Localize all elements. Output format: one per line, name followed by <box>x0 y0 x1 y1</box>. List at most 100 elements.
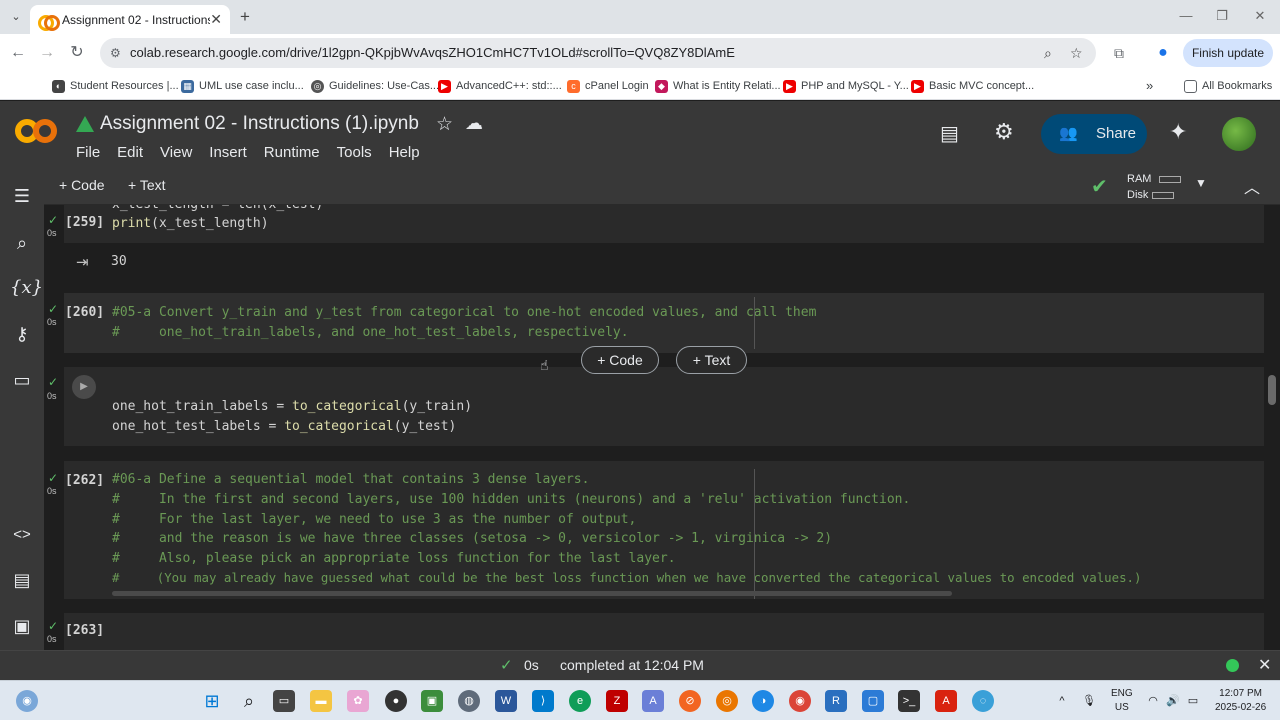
mouse-cursor: ☝ <box>540 357 549 373</box>
bookmark-item[interactable]: c cPanel Login <box>567 77 649 95</box>
minimize-icon[interactable]: — <box>1176 6 1196 26</box>
menu-insert[interactable]: Insert <box>209 144 247 161</box>
vertical-scrollbar[interactable] <box>1268 375 1276 405</box>
volume-icon[interactable]: 🔊 <box>1162 690 1184 712</box>
code-cell[interactable]: x_test_length = len(x_test) [259] print(… <box>64 205 1264 243</box>
resource-monitor[interactable]: RAM Disk <box>1127 171 1182 203</box>
filezilla-icon[interactable]: Z <box>606 690 628 712</box>
close-window-icon[interactable]: ✕ <box>1250 6 1270 26</box>
gemini-sparkle-icon[interactable]: ✦ <box>1169 119 1187 145</box>
find-replace-icon[interactable]: ⌕ <box>10 231 34 255</box>
bookmark-star-icon[interactable]: ☆ <box>1070 38 1083 68</box>
battery-icon[interactable]: ▭ <box>1182 690 1204 712</box>
command-palette-icon[interactable]: ▤ <box>10 568 34 592</box>
add-text-button[interactable]: + Text <box>128 177 166 193</box>
bookmark-item[interactable]: ▶ Basic MVC concept... <box>911 77 1034 95</box>
menu-tools[interactable]: Tools <box>337 144 372 161</box>
secrets-key-icon[interactable]: ⚷ <box>10 322 34 346</box>
system-clock[interactable]: 12:07 PM 2025-02-26 <box>1215 687 1266 715</box>
variables-icon[interactable]: {x} <box>10 276 43 300</box>
address-bar[interactable]: ⚙ colab.research.google.com/drive/1l2gpn… <box>100 38 1096 68</box>
profile-icon[interactable]: ● <box>1152 42 1174 64</box>
zoom-icon[interactable]: ⌕ <box>1044 38 1052 68</box>
avatar[interactable] <box>1222 117 1256 151</box>
notebook-cells[interactable]: x_test_length = len(x_test) [259] print(… <box>44 205 1280 650</box>
code-cell[interactable]: ▶ one_hot_train_labels = to_categorical(… <box>64 367 1264 446</box>
word-icon[interactable]: W <box>495 690 517 712</box>
bookmark-item[interactable]: ▶ PHP and MySQL - Y... <box>783 77 909 95</box>
terminal-app-icon[interactable]: >_ <box>898 690 920 712</box>
bookmarks-overflow-icon[interactable]: » <box>1146 77 1153 95</box>
reload-icon[interactable]: ↻ <box>66 42 88 64</box>
back-icon[interactable]: ← <box>7 42 29 64</box>
collapse-header-icon[interactable]: ︿ <box>1244 174 1260 198</box>
close-tab-icon[interactable]: ✕ <box>210 11 222 28</box>
app-icon[interactable]: A <box>642 690 664 712</box>
colab-logo-icon[interactable] <box>15 116 59 146</box>
microphone-icon[interactable]: 🎙 <box>1078 690 1100 712</box>
run-cell-button[interactable]: ▶ <box>72 375 96 399</box>
site-info-icon[interactable]: ⚙ <box>110 38 121 68</box>
settings-gear-icon[interactable]: ⚙ <box>994 119 1014 145</box>
tray-overflow-icon[interactable]: ^ <box>1051 690 1073 712</box>
file-explorer-icon[interactable]: ▬ <box>310 690 332 712</box>
files-folder-icon[interactable]: ▭ <box>10 368 34 392</box>
menu-runtime[interactable]: Runtime <box>264 144 320 161</box>
app-icon[interactable]: ▣ <box>421 690 443 712</box>
vscode-icon[interactable]: ⟩ <box>532 690 554 712</box>
restore-icon[interactable]: ❐ <box>1212 6 1232 26</box>
forward-icon[interactable]: → <box>36 42 58 64</box>
close-status-icon[interactable]: ✕ <box>1258 655 1271 675</box>
bookmark-item[interactable]: ▦ UML use case inclu... <box>181 77 304 95</box>
cloud-saved-icon[interactable]: ☁ <box>465 113 483 134</box>
edge-icon[interactable]: e <box>569 690 591 712</box>
output-toggle-icon[interactable]: ⇥ <box>76 253 89 271</box>
widgets-icon[interactable]: ◉ <box>16 690 38 712</box>
bookmark-item[interactable]: ▶ AdvancedC++: std::... <box>438 77 562 95</box>
app-icon[interactable]: ◌ <box>972 690 994 712</box>
chrome-icon[interactable]: ◉ <box>789 690 811 712</box>
new-tab-button[interactable]: + <box>236 7 254 27</box>
tab-search-icon[interactable]: ⌄ <box>8 9 24 25</box>
terminal-icon[interactable]: ▣ <box>10 614 34 638</box>
code-snippets-icon[interactable]: <> <box>10 523 34 547</box>
app-icon[interactable]: ◎ <box>716 690 738 712</box>
table-of-contents-icon[interactable]: ☰ <box>10 184 34 208</box>
code-cell[interactable]: [263] <box>64 613 1264 650</box>
runtime-dropdown-icon[interactable]: ▼ <box>1195 176 1207 190</box>
app-icon[interactable]: ● <box>385 690 407 712</box>
code-cell[interactable]: [262] #06-a Define a sequential model th… <box>64 461 1264 599</box>
comments-icon[interactable]: ▤ <box>940 121 959 146</box>
browser-tab-active[interactable]: Assignment 02 - Instructions (1) ✕ <box>30 5 230 34</box>
finish-update-button[interactable]: Finish update <box>1183 39 1273 67</box>
app-icon[interactable]: ◍ <box>458 690 480 712</box>
insert-text-cell-button[interactable]: + Text <box>676 346 747 374</box>
acrobat-icon[interactable]: A <box>935 690 957 712</box>
star-icon[interactable]: ☆ <box>436 113 453 136</box>
menu-help[interactable]: Help <box>389 144 420 161</box>
add-code-button[interactable]: + Code <box>59 177 105 193</box>
insert-code-cell-button[interactable]: + Code <box>581 346 659 374</box>
extensions-icon[interactable]: ⧉ <box>1108 42 1130 64</box>
share-button[interactable]: 👥 Share <box>1041 114 1147 154</box>
horizontal-scrollbar[interactable] <box>112 591 952 596</box>
app-icon[interactable]: ◑ <box>752 690 774 712</box>
windows-start-icon[interactable]: ⊞ <box>201 690 223 712</box>
app-icon[interactable]: R <box>825 690 847 712</box>
menu-file[interactable]: File <box>76 144 100 161</box>
bookmark-item[interactable]: ◐ Student Resources |... <box>52 77 179 95</box>
language-indicator[interactable]: ENG US <box>1111 687 1133 715</box>
menu-view[interactable]: View <box>160 144 192 161</box>
task-view-icon[interactable]: ▭ <box>273 690 295 712</box>
app-icon[interactable]: ▢ <box>862 690 884 712</box>
app-icon[interactable]: ✿ <box>347 690 369 712</box>
menu-edit[interactable]: Edit <box>117 144 143 161</box>
bookmark-item[interactable]: ◎ Guidelines: Use-Cas... <box>311 77 439 95</box>
search-icon[interactable]: ⌕ <box>238 690 260 712</box>
wifi-icon[interactable]: ◠ <box>1142 690 1164 712</box>
code-cell[interactable]: [260] #05-a Convert y_train and y_test f… <box>64 293 1264 353</box>
app-icon[interactable]: ⊘ <box>679 690 701 712</box>
bookmark-item[interactable]: ◆ What is Entity Relati... <box>655 77 781 95</box>
all-bookmarks[interactable]: All Bookmarks <box>1184 77 1272 95</box>
notebook-title[interactable]: Assignment 02 - Instructions (1).ipynb <box>100 113 419 135</box>
